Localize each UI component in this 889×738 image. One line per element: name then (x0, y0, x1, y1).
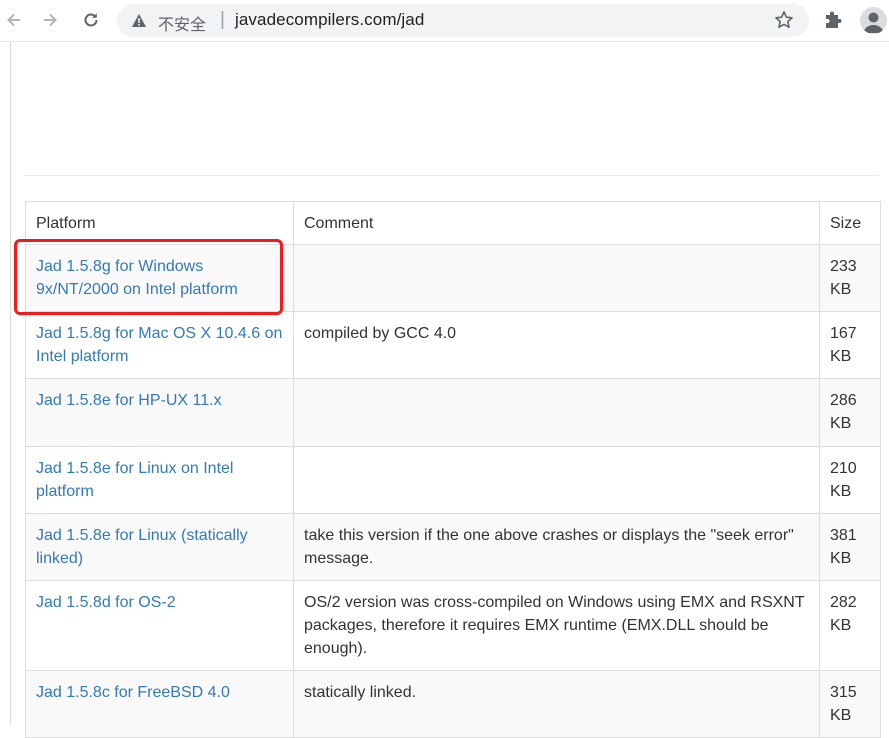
warning-icon (132, 14, 146, 27)
table-row: Jad 1.5.8g for Mac OS X 10.4.6 on Intel … (25, 311, 881, 379)
comment-cell: statically linked. (293, 670, 820, 738)
platform-cell: Jad 1.5.8c for FreeBSD 4.0 (25, 670, 294, 738)
size-cell: 167 KB (819, 311, 881, 379)
download-link-freebsd[interactable]: Jad 1.5.8c for FreeBSD 4.0 (36, 684, 230, 701)
arrow-left-icon (7, 13, 20, 27)
profile-avatar-icon[interactable] (860, 7, 887, 34)
section-divider (24, 175, 879, 176)
platform-cell: Jad 1.5.8e for HP-UX 11.x (25, 378, 294, 447)
table-row: Jad 1.5.8c for FreeBSD 4.0 statically li… (25, 670, 881, 738)
platform-cell: Jad 1.5.8e for Linux (statically linked) (25, 513, 294, 581)
person-icon (863, 12, 884, 33)
comment-cell: compiled by GCC 4.0 (293, 311, 820, 379)
table-row: Jad 1.5.8e for Linux on Intel platform 2… (25, 446, 881, 514)
arrow-right-icon (44, 13, 57, 27)
platform-cell: Jad 1.5.8g for Mac OS X 10.4.6 on Intel … (25, 311, 294, 379)
comment-cell (293, 244, 820, 312)
address-bar[interactable]: 不安全 | javadecompilers.com/jad (117, 4, 809, 37)
size-cell: 286 KB (819, 378, 881, 447)
size-cell: 282 KB (819, 580, 881, 671)
table-row: Jad 1.5.8e for Linux (statically linked)… (25, 513, 881, 581)
address-separator: | (220, 9, 225, 30)
platform-cell: Jad 1.5.8e for Linux on Intel platform (25, 446, 294, 514)
comment-cell: take this version if the one above crash… (293, 513, 820, 581)
header-size: Size (819, 201, 881, 245)
back-button[interactable] (0, 6, 28, 34)
header-comment: Comment (293, 201, 820, 245)
platform-cell: Jad 1.5.8d for OS-2 (25, 580, 294, 671)
reload-button[interactable] (77, 6, 105, 34)
table-row: Jad 1.5.8e for HP-UX 11.x 286 KB (25, 378, 881, 447)
url-text[interactable]: javadecompilers.com/jad (235, 10, 424, 30)
comment-cell (293, 446, 820, 514)
comment-cell (293, 378, 820, 447)
browser-toolbar: 不安全 | javadecompilers.com/jad (0, 0, 889, 42)
download-link-linux-static[interactable]: Jad 1.5.8e for Linux (statically linked) (36, 527, 248, 567)
red-highlight-annotation (14, 239, 283, 315)
comment-cell: OS/2 version was cross-compiled on Windo… (293, 580, 820, 671)
size-cell: 381 KB (819, 513, 881, 581)
download-link-linux[interactable]: Jad 1.5.8e for Linux on Intel platform (36, 460, 233, 500)
download-link-hpux[interactable]: Jad 1.5.8e for HP-UX 11.x (36, 392, 222, 409)
security-label[interactable]: 不安全 (158, 11, 206, 35)
download-link-mac[interactable]: Jad 1.5.8g for Mac OS X 10.4.6 on Intel … (36, 325, 282, 365)
extensions-puzzle-icon[interactable] (822, 9, 844, 31)
table-row: Jad 1.5.8d for OS-2 OS/2 version was cro… (25, 580, 881, 671)
reload-icon (84, 13, 98, 27)
size-cell: 233 KB (819, 244, 881, 312)
bookmark-star-icon[interactable] (774, 10, 794, 30)
forward-button[interactable] (36, 6, 64, 34)
download-link-os2[interactable]: Jad 1.5.8d for OS-2 (36, 594, 176, 611)
size-cell: 315 KB (819, 670, 881, 738)
size-cell: 210 KB (819, 446, 881, 514)
content-left-border (10, 42, 11, 725)
